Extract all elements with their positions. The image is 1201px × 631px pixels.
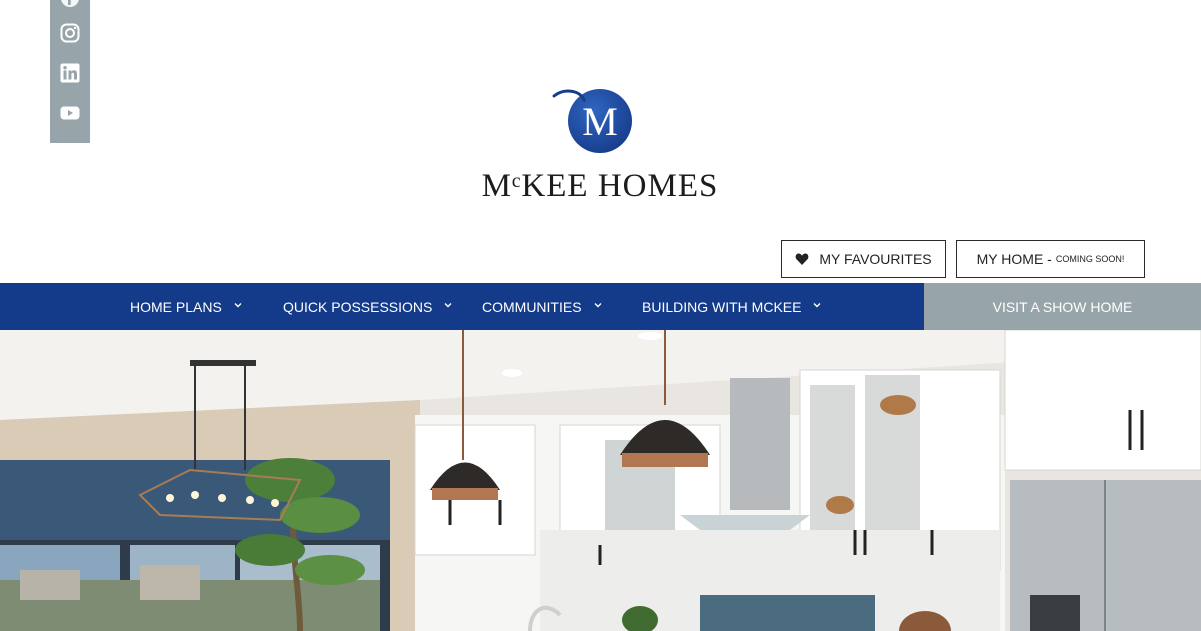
my-home-button[interactable]: MY HOME - COMING SOON! bbox=[956, 240, 1145, 278]
nav-item-quick-possessions[interactable]: QUICK POSSESSIONS bbox=[283, 283, 452, 330]
page: M MᶜKEE HOMES MY FAVOURITES MY HOME - CO… bbox=[0, 0, 1201, 631]
chevron-down-icon bbox=[594, 301, 602, 309]
linkedin-icon[interactable] bbox=[60, 63, 80, 83]
chevron-down-icon bbox=[813, 301, 821, 309]
logo-letter: M bbox=[582, 99, 618, 144]
my-favourites-label: MY FAVOURITES bbox=[819, 251, 932, 267]
nav-item-label: HOME PLANS bbox=[130, 298, 222, 315]
chevron-down-icon bbox=[234, 301, 242, 309]
heart-icon bbox=[795, 252, 809, 266]
brand-name: MᶜKEE HOMES bbox=[481, 168, 719, 204]
nav-item-label: QUICK POSSESSIONS bbox=[283, 298, 433, 315]
main-nav: HOME PLANS QUICK POSSESSIONS COMMUNITIES… bbox=[0, 283, 924, 330]
logo-mark: M bbox=[550, 86, 634, 156]
my-home-label: MY HOME - bbox=[976, 251, 1052, 267]
nav-item-home-plans[interactable]: HOME PLANS bbox=[130, 283, 242, 330]
social-sidebar bbox=[50, 0, 90, 143]
facebook-icon[interactable] bbox=[60, 0, 80, 8]
visit-show-home-button[interactable]: VISIT A SHOW HOME bbox=[924, 283, 1201, 330]
coming-soon-note: COMING SOON! bbox=[1055, 254, 1125, 264]
nav-item-label: BUILDING WITH MCKEE bbox=[642, 298, 802, 315]
nav-item-label: COMMUNITIES bbox=[482, 298, 582, 315]
my-favourites-button[interactable]: MY FAVOURITES bbox=[781, 240, 946, 278]
chevron-down-icon bbox=[444, 301, 452, 309]
nav-item-communities[interactable]: COMMUNITIES bbox=[482, 283, 602, 330]
brand-logo[interactable]: M MᶜKEE HOMES bbox=[480, 86, 720, 210]
youtube-icon[interactable] bbox=[60, 103, 80, 123]
nav-item-building-with-mckee[interactable]: BUILDING WITH MCKEE bbox=[642, 283, 821, 330]
instagram-icon[interactable] bbox=[60, 23, 80, 43]
hero-kitchen-image bbox=[0, 330, 1201, 631]
